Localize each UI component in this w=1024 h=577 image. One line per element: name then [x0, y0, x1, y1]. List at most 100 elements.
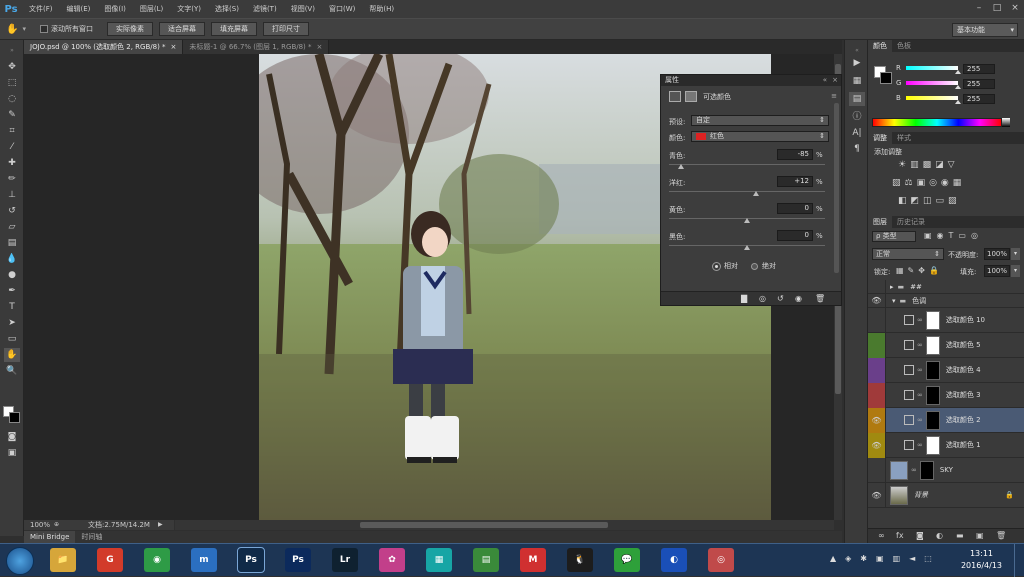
visibility-icon[interactable]: ◉ [795, 294, 802, 303]
tray-icons[interactable]: ▲◈✱▣▥◄⬚ [830, 554, 941, 563]
chevron-right-icon[interactable]: ▸ [890, 283, 894, 291]
reset-icon[interactable]: ↺ [777, 294, 784, 303]
channel-thumb-icon[interactable] [955, 70, 961, 74]
menu-item[interactable]: 文件(F) [22, 0, 60, 18]
view-previous-icon[interactable]: ◎ [759, 294, 766, 303]
bridge-tab[interactable]: Mini Bridge [24, 531, 76, 543]
channel-value-input[interactable]: 255 [963, 64, 995, 74]
gradient-tool-icon[interactable]: ▤ [4, 236, 20, 250]
path-selection-tool-icon[interactable]: ➤ [4, 316, 20, 330]
taskbar-app-icon[interactable]: 📁 [50, 548, 76, 572]
new-group-icon[interactable]: ▬ [956, 531, 964, 540]
fill-dropdown-icon[interactable]: ▾ [1011, 265, 1020, 277]
menu-item[interactable]: 选择(S) [208, 0, 246, 18]
channel-thumb-icon[interactable] [955, 100, 961, 104]
color-spectrum[interactable] [872, 118, 1002, 127]
radio-icon[interactable] [751, 262, 758, 270]
slider-value-input[interactable]: -85 [777, 149, 813, 160]
new-adjustment-icon[interactable]: ◐ [936, 531, 943, 540]
close-icon[interactable]: × [1008, 2, 1022, 14]
paragraph-icon[interactable]: ¶ [849, 142, 865, 156]
channel-gradient-slider[interactable] [906, 81, 958, 85]
document-tab[interactable]: JOJO.psd @ 100% (选取颜色 2, RGB/8) * × [24, 40, 184, 54]
info-icon[interactable]: ⓘ [849, 110, 865, 124]
dodge-tool-icon[interactable]: ● [4, 268, 20, 282]
layer-row[interactable]: 👁 ∞ 选取颜色 1 [868, 432, 1024, 458]
blur-tool-icon[interactable]: 💧 [4, 252, 20, 266]
slider-value-input[interactable]: 0 [777, 230, 813, 241]
panel-tab[interactable]: 图层 [868, 216, 892, 228]
delete-layer-icon[interactable]: 🗑 [996, 531, 1006, 540]
visibility-toggle-icon[interactable]: 👁 [868, 482, 886, 508]
relative-radio[interactable]: 相对 [712, 261, 738, 271]
clone-stamp-tool-icon[interactable]: ⊥ [4, 188, 20, 202]
channel-value-input[interactable]: 255 [963, 79, 995, 89]
eraser-tool-icon[interactable]: ▱ [4, 220, 20, 234]
taskbar-app-icon[interactable]: 🐧 [567, 548, 593, 572]
channel-gradient-slider[interactable] [906, 96, 958, 100]
new-layer-icon[interactable]: ▣ [976, 531, 984, 540]
taskbar-app-icon[interactable]: 💬 [614, 548, 640, 572]
layer-row[interactable]: ∞ 选取颜色 4 [868, 357, 1024, 383]
panel-tab[interactable]: 历史记录 [892, 216, 930, 228]
character-icon[interactable]: A| [849, 126, 865, 140]
history-brush-tool-icon[interactable]: ↺ [4, 204, 20, 218]
link-layers-icon[interactable]: ∞ [878, 531, 885, 540]
brush-presets-icon[interactable]: ▦ [849, 74, 865, 88]
taskbar-app-icon[interactable]: Ps [285, 548, 311, 572]
slider-track[interactable] [669, 164, 825, 165]
layer-row[interactable]: ∞ SKY [868, 457, 1024, 483]
colors-select[interactable]: 红色 ⇕ [691, 131, 829, 142]
menu-item[interactable]: 编辑(E) [60, 0, 98, 18]
slider-value-input[interactable]: +12 [777, 176, 813, 187]
horizontal-scroll-thumb[interactable] [360, 522, 608, 528]
layer-row[interactable]: 👁 背景 🔒 [868, 482, 1024, 508]
tab-close-icon[interactable]: × [317, 43, 323, 51]
minimize-icon[interactable]: – [972, 2, 986, 14]
mask-icon[interactable] [685, 91, 697, 102]
maximize-icon[interactable]: □ [990, 2, 1004, 14]
menu-item[interactable]: 窗口(W) [322, 0, 362, 18]
show-desktop-button[interactable] [1014, 544, 1024, 577]
play-icon[interactable]: ▶ [849, 56, 865, 70]
panel-tab[interactable]: 调整 [868, 132, 892, 144]
start-button[interactable] [6, 547, 34, 575]
background-color-swatch[interactable] [9, 412, 20, 423]
visibility-toggle-icon[interactable] [868, 357, 886, 383]
layer-row[interactable]: ∞ 选取颜色 5 [868, 332, 1024, 358]
spectrum-bw[interactable] [1002, 118, 1010, 127]
workspace-select[interactable]: 基本功能 ▾ [952, 23, 1018, 37]
healing-brush-tool-icon[interactable]: ✚ [4, 156, 20, 170]
view-button[interactable]: 打印尺寸 [262, 22, 309, 36]
status-arrow-icon[interactable]: ▶ [150, 520, 163, 530]
taskbar-app-icon[interactable]: ◎ [708, 548, 734, 572]
chevron-down-icon[interactable]: ▾ [892, 297, 896, 305]
lock-icons[interactable]: ▦✎✥🔒 [896, 266, 943, 275]
menu-item[interactable]: 滤镜(T) [246, 0, 284, 18]
tool-preset-chevron-icon[interactable]: ▾ [22, 25, 26, 33]
clip-to-layer-icon[interactable]: ▇ [741, 294, 747, 303]
taskbar-app-icon[interactable]: ▦ [426, 548, 452, 572]
slider-thumb-icon[interactable] [744, 245, 750, 250]
visibility-toggle-icon[interactable]: 👁 [868, 293, 886, 308]
screen-mode-icon[interactable]: ▣ [4, 446, 20, 460]
adjustment-icons-row-3[interactable]: ◧◩◫▭▨ [898, 196, 961, 206]
view-button[interactable]: 填充屏幕 [210, 22, 257, 36]
crop-tool-icon[interactable]: ⌗ [4, 124, 20, 138]
collapse-icon[interactable]: « [823, 75, 827, 86]
layer-row[interactable]: ▸ ▬ ## [868, 279, 1024, 294]
tab-close-icon[interactable]: × [171, 43, 177, 51]
panel-tab[interactable]: 颜色 [868, 40, 892, 52]
radio-selected-icon[interactable] [712, 261, 721, 271]
scroll-all-windows-checkbox[interactable]: 滚动所有窗口 [39, 24, 93, 34]
clock[interactable]: 13:11 2016/4/13 [961, 548, 1002, 572]
menu-item[interactable]: 文字(Y) [170, 0, 208, 18]
blend-mode-select[interactable]: 正常 ⇕ [872, 248, 944, 260]
visibility-toggle-icon[interactable] [868, 279, 886, 294]
layer-row[interactable]: ∞ 选取颜色 10 [868, 307, 1024, 333]
taskbar-app-icon[interactable]: ▤ [473, 548, 499, 572]
eyedropper-tool-icon[interactable]: ⁄ [4, 140, 20, 154]
properties-tab[interactable]: 属性 [665, 76, 679, 84]
trash-icon[interactable]: 🗑 [815, 294, 825, 303]
taskbar-app-icon[interactable]: m [191, 548, 217, 572]
